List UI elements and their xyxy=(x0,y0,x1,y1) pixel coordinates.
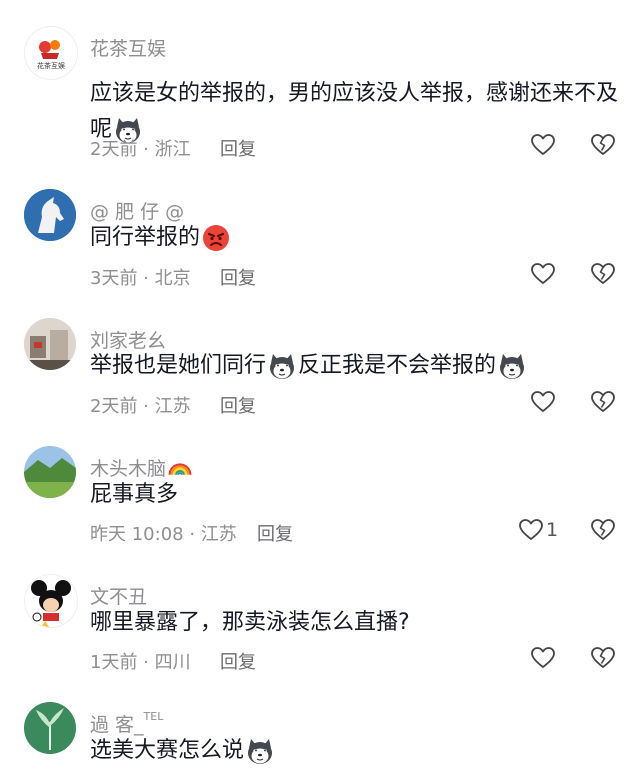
room-photo-icon xyxy=(24,318,76,370)
reply-button[interactable]: 回复 xyxy=(220,392,256,418)
mickey-mouse-icon xyxy=(25,575,77,627)
comment-text: 哪里暴露了，那卖泳装怎么直播? xyxy=(90,610,410,635)
doge-emoji xyxy=(267,351,297,381)
avatar[interactable] xyxy=(24,318,76,370)
avatar[interactable] xyxy=(24,446,76,498)
doge-emoji xyxy=(245,736,275,766)
svg-text:花茶互娱: 花茶互娱 xyxy=(37,61,65,70)
username[interactable]: 花茶互娱 xyxy=(90,34,166,61)
reply-button[interactable]: 回复 xyxy=(220,648,256,674)
like-heart-icon[interactable] xyxy=(530,132,556,158)
comment-meta: 昨天 10:08 · 江苏 xyxy=(90,524,237,545)
comment-text: 举报也是她们同行 反正我是不会举报的 xyxy=(90,348,620,384)
like-heart-icon[interactable] xyxy=(530,645,556,671)
reply-button[interactable]: 回复 xyxy=(220,135,256,161)
reply-button[interactable]: 回复 xyxy=(257,520,293,546)
like-count: 1 xyxy=(546,519,559,541)
comment-meta: 1天前 · 四川 xyxy=(90,652,191,673)
dislike-broken-heart-icon[interactable] xyxy=(590,389,616,415)
comment-text: 屁事真多 xyxy=(90,482,179,507)
dislike-broken-heart-icon[interactable] xyxy=(590,645,616,671)
avatar[interactable] xyxy=(24,574,78,628)
plant-photo-icon xyxy=(24,702,76,754)
landscape-photo-icon xyxy=(24,446,76,498)
angry-face-emoji xyxy=(201,223,231,253)
avatar[interactable]: 花茶互娱 xyxy=(24,26,78,80)
reply-button[interactable]: 回复 xyxy=(220,264,256,290)
dislike-broken-heart-icon[interactable] xyxy=(590,261,616,287)
comment-meta: 2天前 · 江苏 xyxy=(90,396,191,417)
comment-meta: 3天前 · 北京 xyxy=(90,268,191,289)
white-horse-icon xyxy=(24,189,76,241)
avatar[interactable] xyxy=(24,702,76,754)
doge-emoji xyxy=(497,351,527,381)
like-heart-icon[interactable] xyxy=(530,261,556,287)
dislike-broken-heart-icon[interactable] xyxy=(590,517,616,543)
like-heart-icon[interactable] xyxy=(530,389,556,415)
avatar[interactable] xyxy=(24,189,76,241)
flower-tea-logo-icon: 花茶互娱 xyxy=(37,40,65,70)
like-heart-icon[interactable] xyxy=(518,517,544,543)
comment-meta: 2天前 · 浙江 xyxy=(90,139,191,160)
dislike-broken-heart-icon[interactable] xyxy=(590,132,616,158)
comment-text: 同行举报的 xyxy=(90,220,620,256)
